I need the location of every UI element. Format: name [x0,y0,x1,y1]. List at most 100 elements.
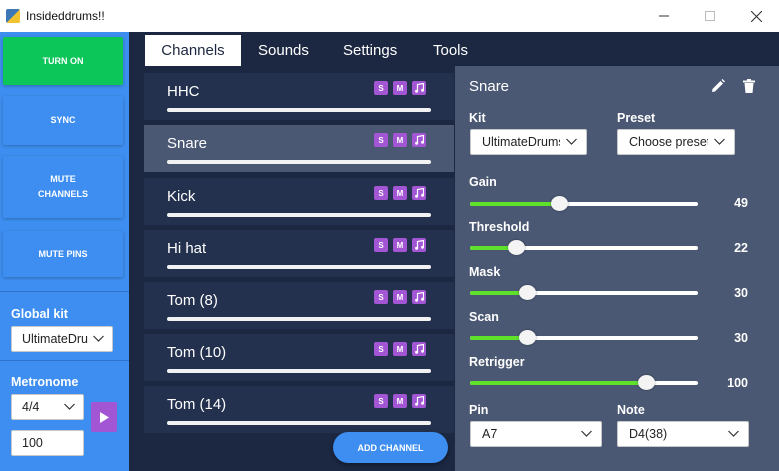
channel-item[interactable]: Tom (8) S M [144,282,454,329]
edit-icon[interactable] [711,79,725,93]
retrigger-slider[interactable] [470,375,698,390]
channel-item[interactable]: Tom (10) S M [144,334,454,381]
sound-button[interactable] [412,133,426,147]
channel-name: Hi hat [167,240,207,257]
scan-slider[interactable] [470,330,698,345]
chevron-down-icon [64,403,75,410]
channel-level-bar [167,369,431,373]
sound-button[interactable] [412,186,426,200]
mute-button[interactable]: M [393,133,407,147]
global-kit-value: UltimateDrums [22,332,88,346]
channel-level-bar [167,317,431,321]
channel-item[interactable]: Tom (14) S M [144,386,454,433]
solo-button[interactable]: S [374,81,388,95]
threshold-slider[interactable] [470,240,698,255]
slider-thumb[interactable] [519,330,536,345]
mute-button[interactable]: M [393,290,407,304]
channel-level-bar [167,265,431,269]
kit-value: UltimateDrums [482,135,560,149]
solo-button[interactable]: S [374,238,388,252]
slider-thumb[interactable] [637,375,655,390]
global-kit-select[interactable]: UltimateDrums [11,326,113,352]
solo-button[interactable]: S [374,394,388,408]
time-signature-select[interactable]: 4/4 [11,394,84,420]
add-channel-button[interactable]: ADD CHANNEL [333,432,448,463]
music-note-icon [414,83,424,93]
pin-value: A7 [482,427,498,441]
threshold-label: Threshold [469,220,530,234]
note-label: Note [617,403,645,417]
solo-button[interactable]: S [374,186,388,200]
mute-button[interactable]: M [393,394,407,408]
pin-select[interactable]: A7 [470,421,602,447]
mute-pins-button[interactable]: MUTE PINS [3,231,123,277]
delete-icon[interactable] [742,79,756,93]
gain-slider[interactable] [470,196,698,211]
global-kit-label: Global kit [11,307,68,321]
note-value: D4(38) [629,427,668,441]
mute-channels-label-line2: CHANNELS [37,189,88,199]
channel-item[interactable]: HHC S M [144,73,454,120]
mute-channels-label-line1: MUTE [50,174,76,184]
mute-button[interactable]: M [393,342,407,356]
channel-name: Tom (14) [167,396,227,413]
channel-item[interactable]: Snare S M [144,125,454,172]
scan-label: Scan [469,310,499,324]
tempo-input[interactable]: 100 [11,430,84,456]
slider-thumb[interactable] [519,285,536,300]
tab-tools[interactable]: Tools [418,35,483,66]
chevron-down-icon [566,138,577,145]
music-note-icon [414,240,424,250]
channel-level-bar [167,213,431,217]
channel-item[interactable]: Kick S M [144,178,454,225]
sidebar-divider [0,360,129,361]
pin-label: Pin [469,403,489,417]
sound-button[interactable] [412,342,426,356]
solo-button[interactable]: S [374,133,388,147]
metronome-play-button[interactable] [91,402,117,432]
maximize-button[interactable] [687,0,733,32]
tab-settings[interactable]: Settings [328,35,412,66]
mask-label: Mask [469,265,501,279]
scan-value: 30 [734,331,748,345]
music-note-icon [414,396,424,406]
window-controls [641,0,779,32]
channel-level-bar [167,108,431,112]
sound-button[interactable] [412,290,426,304]
tab-channels[interactable]: Channels [145,35,241,66]
mask-slider[interactable] [470,285,698,300]
channel-detail-panel: Snare Kit UltimateDrums Preset Choose pr… [455,66,779,471]
slider-thumb[interactable] [507,240,525,255]
close-button[interactable] [733,0,779,32]
preset-select[interactable]: Choose preset [617,129,735,155]
slider-thumb[interactable] [550,196,568,211]
channel-item[interactable]: Hi hat S M [144,230,454,277]
sound-button[interactable] [412,394,426,408]
play-icon [99,411,109,423]
sidebar-divider [0,291,129,292]
mute-button[interactable]: M [393,81,407,95]
kit-select[interactable]: UltimateDrums [470,129,587,155]
solo-button[interactable]: S [374,290,388,304]
close-icon [750,10,762,22]
gain-value: 49 [734,196,748,210]
mask-value: 30 [734,286,748,300]
tab-sounds[interactable]: Sounds [243,35,324,66]
solo-button[interactable]: S [374,342,388,356]
sound-button[interactable] [412,238,426,252]
mute-button[interactable]: M [393,186,407,200]
minimize-button[interactable] [641,0,687,32]
sound-button[interactable] [412,81,426,95]
sync-button[interactable]: SYNC [3,96,123,145]
channel-name: HHC [167,83,200,100]
detail-title: Snare [469,78,510,95]
turn-on-button[interactable]: TURN ON [3,37,123,85]
maximize-icon [705,11,715,21]
slider-fill [470,381,646,385]
minimize-icon [659,15,669,17]
mute-button[interactable]: M [393,238,407,252]
mute-channels-button[interactable]: MUTE CHANNELS [3,156,123,218]
music-note-icon [414,344,424,354]
note-select[interactable]: D4(38) [617,421,749,447]
channel-level-bar [167,421,431,425]
